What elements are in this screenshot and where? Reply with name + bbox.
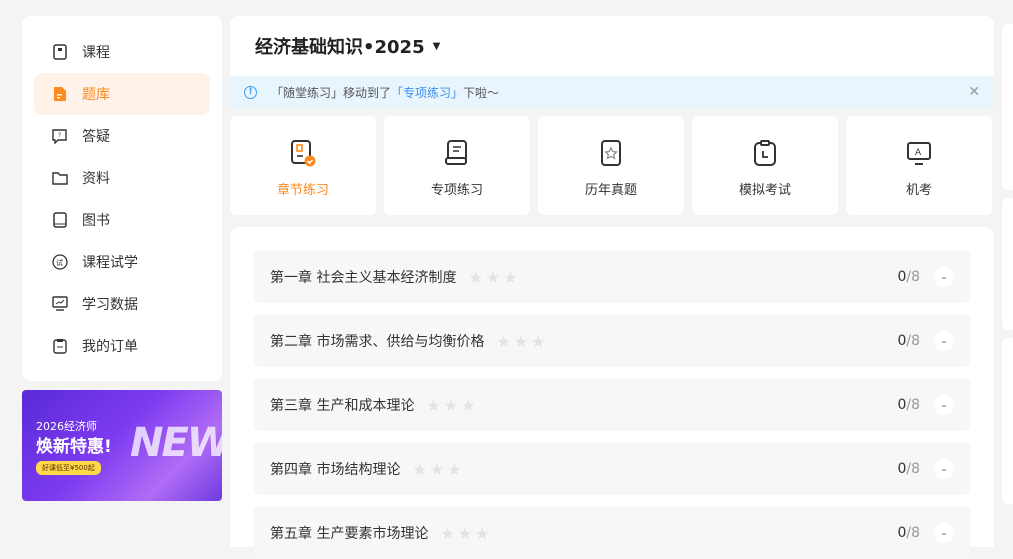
info-icon: ! — [244, 85, 257, 99]
chevron-down-icon[interactable]: ⌄ — [934, 331, 954, 351]
question-chat-icon: ? — [52, 128, 68, 144]
notice-text: 「随堂练习」移动到了 — [271, 85, 392, 100]
tab-label: 机考 — [905, 183, 932, 198]
svg-text:?: ? — [58, 132, 61, 139]
chapter-book-icon — [291, 140, 316, 167]
tab-label: 模拟考试 — [738, 183, 791, 198]
sidebar-item-label: 课程试学 — [82, 255, 138, 271]
chapter-row[interactable]: 第五章 生产要素市场理论 ★★★ 0/8 ⌄ — [254, 507, 970, 559]
sidebar-item-materials[interactable]: 资料 — [34, 157, 210, 199]
document-icon — [52, 86, 68, 102]
tab-chapter-practice[interactable]: 章节练习 — [230, 116, 376, 215]
star-rating: ★★★ — [468, 267, 521, 287]
svg-text:A: A — [915, 148, 922, 158]
tab-special-practice[interactable]: 专项练习 — [384, 116, 530, 215]
star-rating: ★★★ — [440, 523, 493, 543]
tab-mock-exam[interactable]: 模拟考试 — [692, 116, 838, 215]
chapter-title: 第五章 生产要素市场理论 — [270, 526, 429, 542]
chapter-row[interactable]: 第二章 市场需求、供给与均衡价格 ★★★ 0/8 ⌄ — [254, 315, 970, 367]
chapter-title: 第三章 生产和成本理论 — [270, 398, 415, 414]
right-panel — [1002, 24, 1013, 190]
chapter-title: 第二章 市场需求、供给与均衡价格 — [270, 334, 485, 350]
clipboard-clock-icon — [754, 140, 776, 166]
sidebar-item-question-bank[interactable]: 题库 — [34, 73, 210, 115]
chevron-down-icon[interactable]: ⌄ — [934, 459, 954, 479]
sidebar-item-orders[interactable]: 我的订单 — [34, 325, 210, 367]
sidebar-item-label: 答疑 — [82, 129, 110, 145]
chapter-title: 第一章 社会主义基本经济制度 — [270, 270, 457, 286]
sidebar-item-qa[interactable]: ? 答疑 — [34, 115, 210, 157]
chapter-row[interactable]: 第三章 生产和成本理论 ★★★ 0/8 ⌄ — [254, 379, 970, 431]
chevron-down-icon[interactable]: ⌄ — [934, 267, 954, 287]
notice-bar: ! 「随堂练习」移动到了 「专项练习」 下啦～ ✕ — [230, 76, 994, 108]
sidebar-item-label: 我的订单 — [82, 339, 138, 355]
star-rating: ★★★ — [412, 459, 465, 479]
chapter-progress: 0/8 — [897, 397, 920, 413]
banner-badge: 好课低至¥500起 — [36, 461, 101, 475]
notice-suffix: 下啦～ — [463, 85, 500, 100]
page-title: 经济基础知识•2025 — [255, 37, 425, 58]
sidebar-item-study-data[interactable]: 学习数据 — [34, 283, 210, 325]
chevron-down-icon[interactable]: ⌄ — [934, 395, 954, 415]
chapter-title: 第四章 市场结构理论 — [270, 462, 401, 478]
clipboard-icon — [52, 338, 68, 354]
scroll-icon — [445, 140, 467, 165]
sidebar-item-label: 资料 — [82, 171, 110, 187]
tab-label: 历年真题 — [584, 183, 637, 198]
tab-label: 章节练习 — [276, 183, 329, 198]
promo-banner[interactable]: NEW 2026经济师 焕新特惠! 好课低至¥500起 — [22, 390, 222, 501]
book-icon — [52, 44, 68, 60]
svg-text:试: 试 — [56, 258, 63, 267]
book-icon — [52, 212, 68, 228]
trial-icon: 试 — [52, 254, 68, 270]
banner-art: NEW — [130, 420, 222, 466]
chapter-progress: 0/8 — [897, 525, 920, 541]
progress-total: /8 — [906, 269, 920, 285]
progress-total: /8 — [906, 525, 920, 541]
sidebar-item-books[interactable]: 图书 — [34, 199, 210, 241]
practice-tabs: 章节练习 专项练习 历年真题 模拟考试 A 机考 — [230, 116, 994, 215]
main-panel: 经济基础知识•2025 ▼ ! 「随堂练习」移动到了 「专项练习」 下啦～ ✕ 章节练… — [230, 16, 994, 559]
chapter-progress: 0/8 — [897, 269, 920, 285]
close-icon[interactable]: ✕ — [968, 84, 980, 100]
right-panel — [1002, 338, 1013, 504]
caret-down-icon: ▼ — [432, 40, 441, 52]
chapter-progress: 0/8 — [897, 461, 920, 477]
tab-computer-exam[interactable]: A 机考 — [846, 116, 992, 215]
monitor-chart-icon — [52, 296, 68, 312]
folder-icon — [52, 170, 68, 186]
chevron-down-icon[interactable]: ⌄ — [934, 523, 954, 543]
subject-selector[interactable]: 经济基础知识•2025 ▼ — [230, 16, 994, 76]
sidebar: 课程 题库 ? 答疑 资料 图书 试 课程试学 学习数据 我的订单 — [22, 16, 222, 381]
sidebar-item-course[interactable]: 课程 — [34, 31, 210, 73]
monitor-icon: A — [907, 142, 931, 165]
notice-link[interactable]: 「专项练习」 — [391, 84, 463, 101]
right-panel — [1002, 198, 1013, 330]
chapter-row[interactable]: 第一章 社会主义基本经济制度 ★★★ 0/8 ⌄ — [254, 251, 970, 303]
sidebar-item-label: 学习数据 — [82, 297, 138, 313]
sidebar-item-trial[interactable]: 试 课程试学 — [34, 241, 210, 283]
sidebar-item-label: 题库 — [82, 87, 110, 103]
star-card-icon — [601, 140, 621, 166]
tab-past-exams[interactable]: 历年真题 — [538, 116, 684, 215]
chapter-list: 第一章 社会主义基本经济制度 ★★★ 0/8 ⌄ 第二章 市场需求、供给与均衡价格 ★★★… — [230, 227, 994, 559]
sidebar-item-label: 课程 — [82, 45, 110, 61]
banner-line2: 焕新特惠! — [36, 437, 112, 457]
chapter-row[interactable]: 第四章 市场结构理论 ★★★ 0/8 ⌄ — [254, 443, 970, 495]
chapter-progress: 0/8 — [897, 333, 920, 349]
progress-total: /8 — [906, 461, 920, 477]
progress-total: /8 — [906, 333, 920, 349]
tab-label: 专项练习 — [430, 183, 483, 198]
star-rating: ★★★ — [426, 395, 479, 415]
sidebar-item-label: 图书 — [82, 213, 110, 229]
star-rating: ★★★ — [496, 331, 549, 351]
progress-total: /8 — [906, 397, 920, 413]
